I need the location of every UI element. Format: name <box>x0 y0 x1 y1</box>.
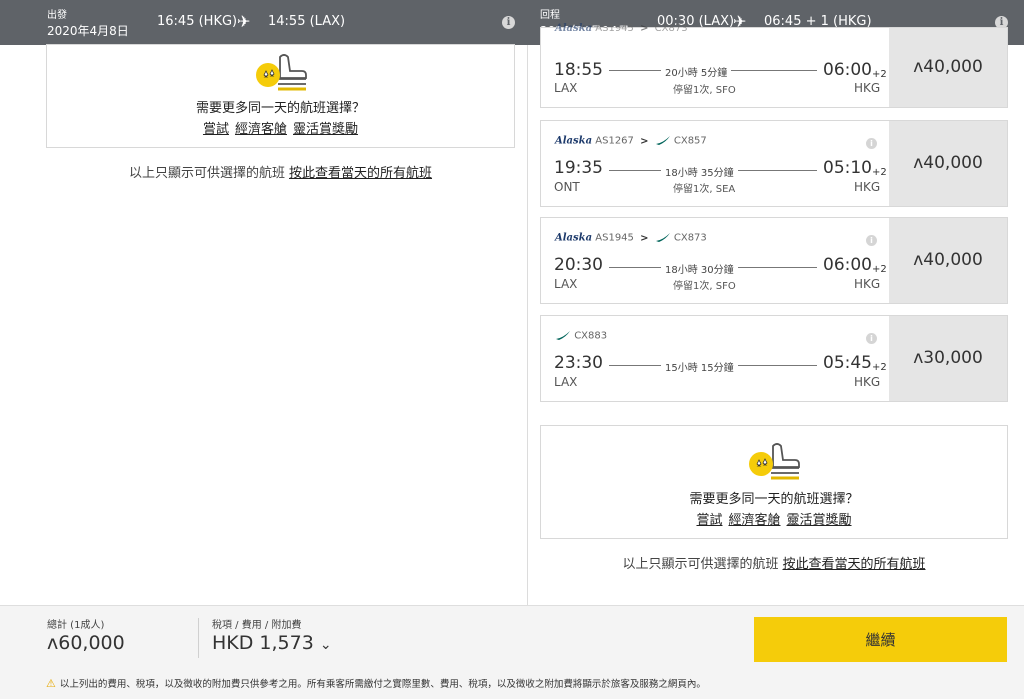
flight-carrier: CX883 <box>555 330 607 344</box>
flight-card[interactable]: CX883 i 23:30 LAX 15小時 15分鐘 05:45+2 HKG … <box>540 315 1008 402</box>
flight-info-icon[interactable]: i <box>866 138 877 149</box>
availability-note-return: 以上只顯示可供選擇的航班 按此查看當天的所有航班 <box>540 553 1008 572</box>
upsell-box-outbound: 需要更多同一天的航班選擇？ 嘗試 經濟客艙 靈活賞獎勵 <box>46 44 515 148</box>
flight-info-icon[interactable]: i <box>866 333 877 344</box>
flight-number: AS1945 <box>595 232 634 244</box>
departure-airport: LAX <box>554 277 578 291</box>
arrival-airport: HKG <box>854 81 881 95</box>
flex-award-link[interactable]: 靈活賞獎勵 <box>293 122 358 137</box>
outbound-info-icon[interactable]: i <box>502 16 515 29</box>
chevron-right-icon: > <box>640 23 649 34</box>
total-label: 總計 (1成人) <box>47 620 105 631</box>
flight-carrier: Alaska AS1945 > CX873 <box>555 23 688 37</box>
try-link[interactable]: 嘗試 <box>696 513 722 528</box>
flight-number: CX873 <box>673 232 707 244</box>
flight-number: AS1267 <box>595 135 634 147</box>
cathay-pacific-logo-icon <box>655 136 670 145</box>
outbound-date: 2020年4月8日 <box>47 24 129 38</box>
booking-summary-footer: 總計 (1成人) ʌ60,000 稅項 / 費用 / 附加費 HKD 1,573… <box>0 605 1024 699</box>
upsell-links: 嘗試 經濟客艙 靈活賞獎勵 <box>47 118 514 137</box>
alaska-logo: Alaska <box>555 232 593 244</box>
outbound-arrival-time: 14:55 (LAX) <box>268 14 346 29</box>
flight-stops: 停留1次, SFO <box>673 85 736 96</box>
flight-card[interactable]: Alaska AS1945 > CX873 18:55 LAX 20小時 5分鐘… <box>540 23 1008 108</box>
continue-button[interactable]: 繼續 <box>754 617 1007 662</box>
flight-stops: 停留1次, SEA <box>673 184 736 195</box>
cathay-pacific-logo-icon <box>655 233 670 242</box>
arrival-time: 06:00+2 <box>823 60 887 80</box>
flex-award-link[interactable]: 靈活賞獎勵 <box>787 513 852 528</box>
outbound-label: 出發 <box>47 10 67 21</box>
economy-cabin-link[interactable]: 經濟客艙 <box>235 122 287 137</box>
tax-amount-toggle[interactable]: HKD 1,573 ⌄ <box>212 632 332 654</box>
column-divider <box>527 45 528 605</box>
flight-number: CX857 <box>673 135 707 147</box>
departure-time: 19:35 <box>554 158 603 178</box>
view-all-flights-link[interactable]: 按此查看當天的所有航班 <box>783 557 926 572</box>
departure-time: 23:30 <box>554 353 603 373</box>
chevron-right-icon: > <box>640 232 649 244</box>
departure-airport: ONT <box>554 180 580 194</box>
award-price[interactable]: ʌ40,000 <box>889 28 1007 107</box>
flight-carrier: Alaska AS1945 > CX873 <box>555 232 707 246</box>
footer-divider <box>198 618 199 658</box>
flight-duration: 18小時 35分鐘 <box>661 164 738 179</box>
flight-duration: 20小時 5分鐘 <box>661 64 732 79</box>
award-price[interactable]: ʌ40,000 <box>889 218 1007 303</box>
try-link[interactable]: 嘗試 <box>203 122 229 137</box>
flight-card[interactable]: Alaska AS1945 > CX873 i 20:30 LAX 18小時 3… <box>540 217 1008 304</box>
departure-time: 20:30 <box>554 255 603 275</box>
award-price[interactable]: ʌ30,000 <box>889 316 1007 401</box>
seat-upgrade-icon <box>255 54 307 91</box>
departure-airport: LAX <box>554 375 578 389</box>
arrival-time: 06:00+2 <box>823 255 887 275</box>
flight-info-icon[interactable]: i <box>866 235 877 246</box>
upsell-question: 需要更多同一天的航班選擇？ <box>195 101 365 116</box>
alaska-logo: Alaska <box>555 135 593 147</box>
availability-note-text: 以上只顯示可供選擇的航班 <box>128 166 285 181</box>
flight-number: CX883 <box>574 330 608 342</box>
availability-note-outbound: 以上只顯示可供選擇的航班 按此查看當天的所有航班 <box>46 162 515 181</box>
flight-duration: 15小時 15分鐘 <box>661 359 738 374</box>
total-miles: ʌ60,000 <box>47 632 125 654</box>
flight-duration: 18小時 30分鐘 <box>661 261 738 276</box>
seat-upgrade-icon <box>749 443 800 480</box>
arrival-time: 05:10+2 <box>823 158 887 178</box>
flight-stops: 停留1次, SFO <box>673 281 736 292</box>
chevron-right-icon: > <box>640 135 649 147</box>
arrival-time: 05:45+2 <box>823 353 887 373</box>
outbound-summary: 出發 2020年4月8日 16:45 (HKG) ✈ 14:55 (LAX) i <box>0 0 527 45</box>
alaska-logo: Alaska <box>555 23 593 34</box>
plane-icon: ✈ <box>237 12 251 31</box>
arrival-airport: HKG <box>854 277 881 291</box>
flight-card[interactable]: Alaska AS1267 > CX857 i 19:35 ONT 18小時 3… <box>540 120 1008 207</box>
arrival-airport: HKG <box>854 180 881 194</box>
chevron-down-icon: ⌄ <box>319 637 332 653</box>
arrival-airport: HKG <box>854 375 881 389</box>
flight-number: CX873 <box>654 23 688 34</box>
upsell-box-return: 需要更多同一天的航班選擇？ 嘗試 經濟客艙 靈活賞獎勵 <box>540 425 1008 539</box>
return-label: 回程 <box>540 10 560 21</box>
availability-note-text: 以上只顯示可供選擇的航班 <box>622 557 779 572</box>
tax-label: 稅項 / 費用 / 附加費 <box>212 620 302 631</box>
flight-number: AS1945 <box>595 23 634 34</box>
outbound-departure-time: 16:45 (HKG) <box>157 14 238 29</box>
upsell-links: 嘗試 經濟客艙 靈活賞獎勵 <box>541 509 1007 528</box>
warning-icon: ⚠ <box>46 677 56 690</box>
cathay-pacific-logo-icon <box>556 331 570 340</box>
economy-cabin-link[interactable]: 經濟客艙 <box>728 513 780 528</box>
departure-time: 18:55 <box>554 60 603 80</box>
flight-carrier: Alaska AS1267 > CX857 <box>555 135 707 149</box>
departure-airport: LAX <box>554 81 578 95</box>
fare-disclaimer: ⚠ 以上列出的費用、稅項，以及徵收的附加費只供參考之用。所有乘客所需繳付之實際里數… <box>46 677 706 690</box>
view-all-flights-link[interactable]: 按此查看當天的所有航班 <box>289 166 432 181</box>
upsell-question: 需要更多同一天的航班選擇？ <box>689 492 859 507</box>
award-price[interactable]: ʌ40,000 <box>889 121 1007 206</box>
